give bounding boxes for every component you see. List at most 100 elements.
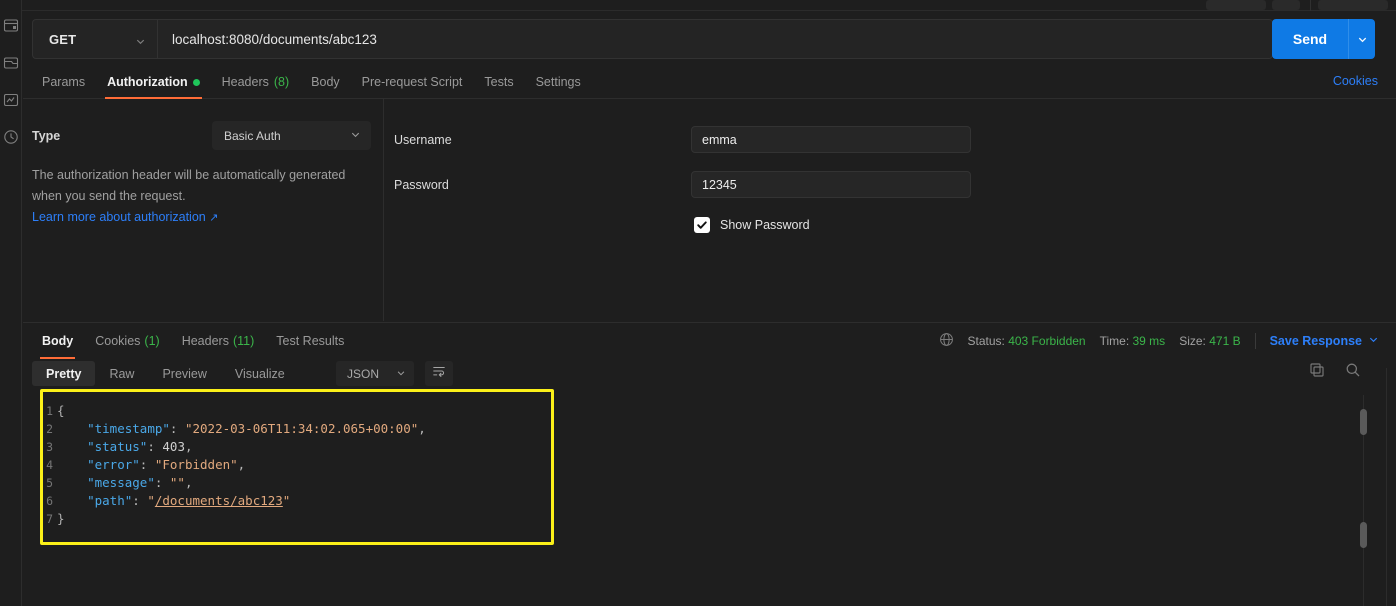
send-group: Send xyxy=(1272,19,1375,59)
response-tab-body[interactable]: Body xyxy=(31,323,84,359)
response-tab-headers[interactable]: Headers (11) xyxy=(171,323,266,359)
chrome-divider xyxy=(1310,0,1311,11)
tab-settings-label: Settings xyxy=(535,75,581,89)
auth-type-select[interactable]: Basic Auth xyxy=(212,121,371,150)
time-label: Time: xyxy=(1099,334,1130,348)
flows-icon[interactable] xyxy=(3,92,19,108)
view-mode-preview[interactable]: Preview xyxy=(148,361,220,386)
learn-more-label: Learn more about authorization xyxy=(32,210,206,224)
username-row: Username emma xyxy=(394,126,971,153)
tab-body[interactable]: Body xyxy=(300,66,351,98)
status-label: Status: xyxy=(967,334,1005,348)
response-body-viewer[interactable]: 1{2 "timestamp": "2022-03-06T11:34:02.06… xyxy=(23,389,1396,606)
tab-headers[interactable]: Headers (8) xyxy=(211,66,301,98)
left-rail xyxy=(0,0,22,606)
code-token: : xyxy=(132,493,148,508)
response-tab-headers-label: Headers xyxy=(181,333,229,348)
line-number: 3 xyxy=(46,440,53,454)
body-tools xyxy=(1309,362,1361,383)
collections-icon[interactable] xyxy=(3,18,19,34)
auth-note-text: The authorization header will be automat… xyxy=(32,168,346,203)
view-mode-pretty[interactable]: Pretty xyxy=(32,361,96,386)
tab-params[interactable]: Params xyxy=(31,66,96,98)
request-bar: GET localhost:8080/documents/abc123 Send xyxy=(23,11,1396,67)
tab-authorization-label: Authorization xyxy=(107,75,188,89)
code-token: : xyxy=(147,439,163,454)
code-token: : xyxy=(169,421,185,436)
code-token: "" xyxy=(169,475,185,490)
code-token: "timestamp" xyxy=(87,421,170,436)
response-tab-body-label: Body xyxy=(42,333,74,348)
response-tab-test-results-label: Test Results xyxy=(276,333,345,348)
chrome-chip-2 xyxy=(1272,0,1300,10)
code-token: "path" xyxy=(87,493,133,508)
tab-tests[interactable]: Tests xyxy=(473,66,524,98)
show-password-row: Show Password xyxy=(694,217,810,233)
line-number: 4 xyxy=(46,458,53,472)
url-text: localhost:8080/documents/abc123 xyxy=(172,31,377,47)
scrollbar-thumb-bottom[interactable] xyxy=(1360,522,1367,548)
show-password-checkbox[interactable] xyxy=(694,217,710,233)
response-tab-headers-count: (11) xyxy=(232,333,255,348)
meta-divider xyxy=(1254,333,1256,349)
code-token: : xyxy=(139,457,155,472)
learn-more-link[interactable]: Learn more about authorization ↗ xyxy=(32,210,218,224)
format-select[interactable]: JSON xyxy=(336,361,414,386)
tab-settings[interactable]: Settings xyxy=(525,66,592,98)
response-meta: Status: 403 Forbidden Time: 39 ms Size: … xyxy=(939,323,1380,359)
tab-authorization[interactable]: Authorization xyxy=(96,66,211,99)
response-bar: Body Cookies (1) Headers (11) Test Resul… xyxy=(23,322,1396,359)
history-icon[interactable] xyxy=(3,129,19,145)
response-scrollbar[interactable] xyxy=(1360,395,1367,606)
tab-params-label: Params xyxy=(42,75,86,89)
method-selector[interactable]: GET xyxy=(32,19,157,59)
code-line: 2 "timestamp": "2022-03-06T11:34:02.065+… xyxy=(46,420,426,438)
chevron-down-icon xyxy=(396,367,406,381)
environments-icon[interactable] xyxy=(3,55,19,71)
username-input[interactable]: emma xyxy=(691,126,971,153)
view-mode-visualize[interactable]: Visualize xyxy=(221,361,299,386)
scrollbar-thumb-top[interactable] xyxy=(1360,409,1367,435)
code-token: { xyxy=(57,403,65,418)
response-tab-cookies[interactable]: Cookies (1) xyxy=(84,323,170,359)
top-chrome-strip xyxy=(0,0,1396,11)
code-line: 7} xyxy=(46,510,426,528)
auth-type-column: Type Basic Auth The authorization header… xyxy=(23,99,384,321)
format-value: JSON xyxy=(347,366,380,381)
password-row: Password 12345 xyxy=(394,171,971,198)
auth-note: The authorization header will be automat… xyxy=(32,165,362,229)
code-token: "Forbidden" xyxy=(154,457,238,472)
password-value: 12345 xyxy=(702,177,737,192)
code-line: 5 "message": "", xyxy=(46,474,426,492)
save-response-button[interactable]: Save Response xyxy=(1270,334,1379,348)
line-number: 5 xyxy=(46,476,53,490)
password-label: Password xyxy=(394,177,449,192)
copy-icon[interactable] xyxy=(1309,362,1325,383)
send-button[interactable]: Send xyxy=(1272,19,1348,59)
view-mode-raw[interactable]: Raw xyxy=(95,361,148,386)
status-metric: Status: 403 Forbidden xyxy=(968,334,1086,348)
size-metric: Size: 471 B xyxy=(1179,334,1240,348)
search-icon[interactable] xyxy=(1345,362,1361,383)
size-value: 471 B xyxy=(1209,334,1241,348)
postman-window: GET localhost:8080/documents/abc123 Send xyxy=(0,0,1396,606)
code-token: "message" xyxy=(87,475,155,490)
tab-pre-request-script[interactable]: Pre-request Script xyxy=(351,66,474,98)
code-token: , xyxy=(184,475,193,490)
external-link-icon: ↗ xyxy=(209,212,219,224)
body-view-toolbar: Pretty Raw Preview Visualize JSON xyxy=(23,358,1396,389)
code-token: " xyxy=(282,493,291,508)
show-password-label: Show Password xyxy=(720,218,810,232)
response-tab-test-results[interactable]: Test Results xyxy=(265,323,355,359)
globe-icon[interactable] xyxy=(939,332,954,350)
password-input[interactable]: 12345 xyxy=(691,171,971,198)
word-wrap-button[interactable] xyxy=(425,361,453,386)
tab-headers-count: (8) xyxy=(273,75,290,89)
cookies-link[interactable]: Cookies xyxy=(1333,74,1378,88)
send-options-button[interactable] xyxy=(1348,19,1375,59)
url-input[interactable]: localhost:8080/documents/abc123 xyxy=(157,19,1273,59)
auth-type-row: Type Basic Auth xyxy=(32,121,382,150)
auth-configured-dot-icon xyxy=(192,78,200,86)
code-token: 403 xyxy=(162,439,185,454)
code-token: } xyxy=(57,511,65,526)
